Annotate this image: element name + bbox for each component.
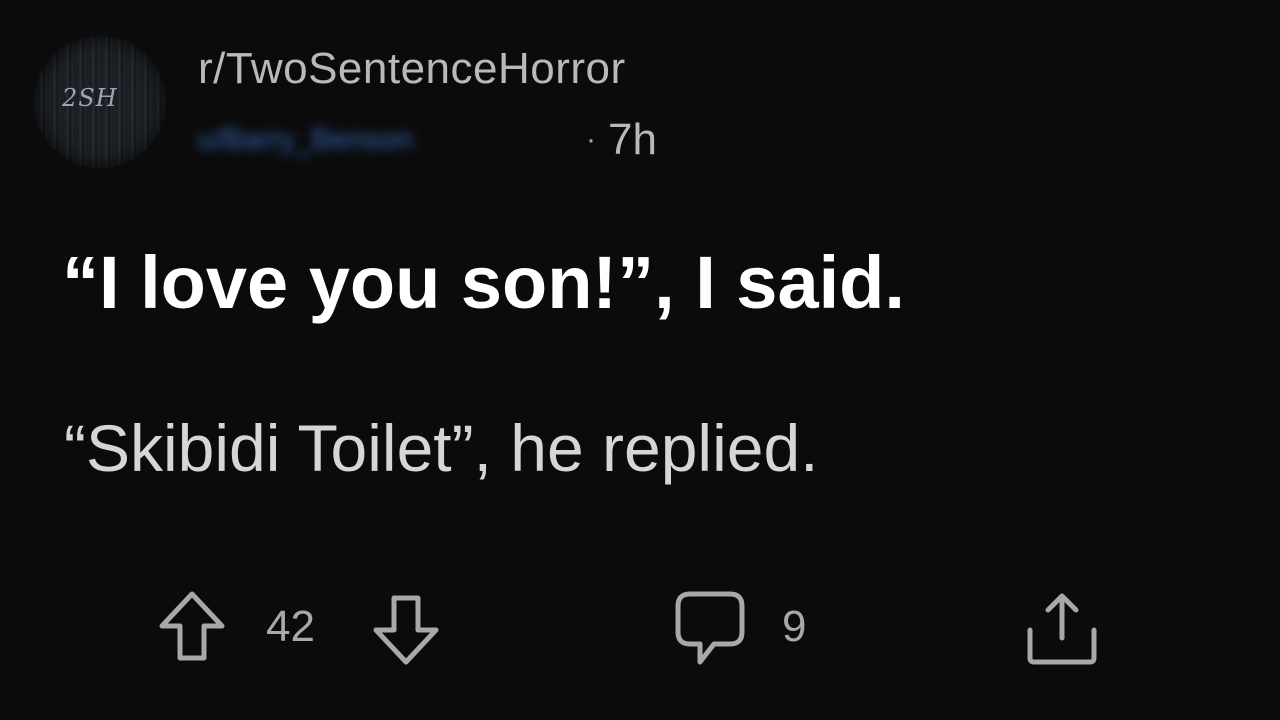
vote-count: 42 [266,602,315,651]
post-body: “Skibidi Toilet”, he replied. [64,411,819,485]
post-meta: u/Barry_Benson · 7h [198,115,657,165]
post-age: 7h [608,115,657,164]
comment-count: 9 [782,602,807,651]
arrow-down-icon[interactable] [366,588,446,668]
action-bar: 42 9 [0,580,1280,680]
subreddit-avatar[interactable]: 2SH [34,36,166,168]
comment-bubble-icon[interactable] [670,586,750,670]
username[interactable]: u/Barry_Benson [198,123,578,157]
post-card: 2SH r/TwoSentenceHorror u/Barry_Benson ·… [0,0,1280,720]
subreddit-name[interactable]: r/TwoSentenceHorror [198,44,626,94]
post-title[interactable]: “I love you son!”, I said. [62,240,905,325]
avatar-text: 2SH [62,84,118,112]
meta-separator: · [586,123,596,156]
arrow-up-icon[interactable] [152,588,232,668]
share-icon[interactable] [1020,586,1104,670]
